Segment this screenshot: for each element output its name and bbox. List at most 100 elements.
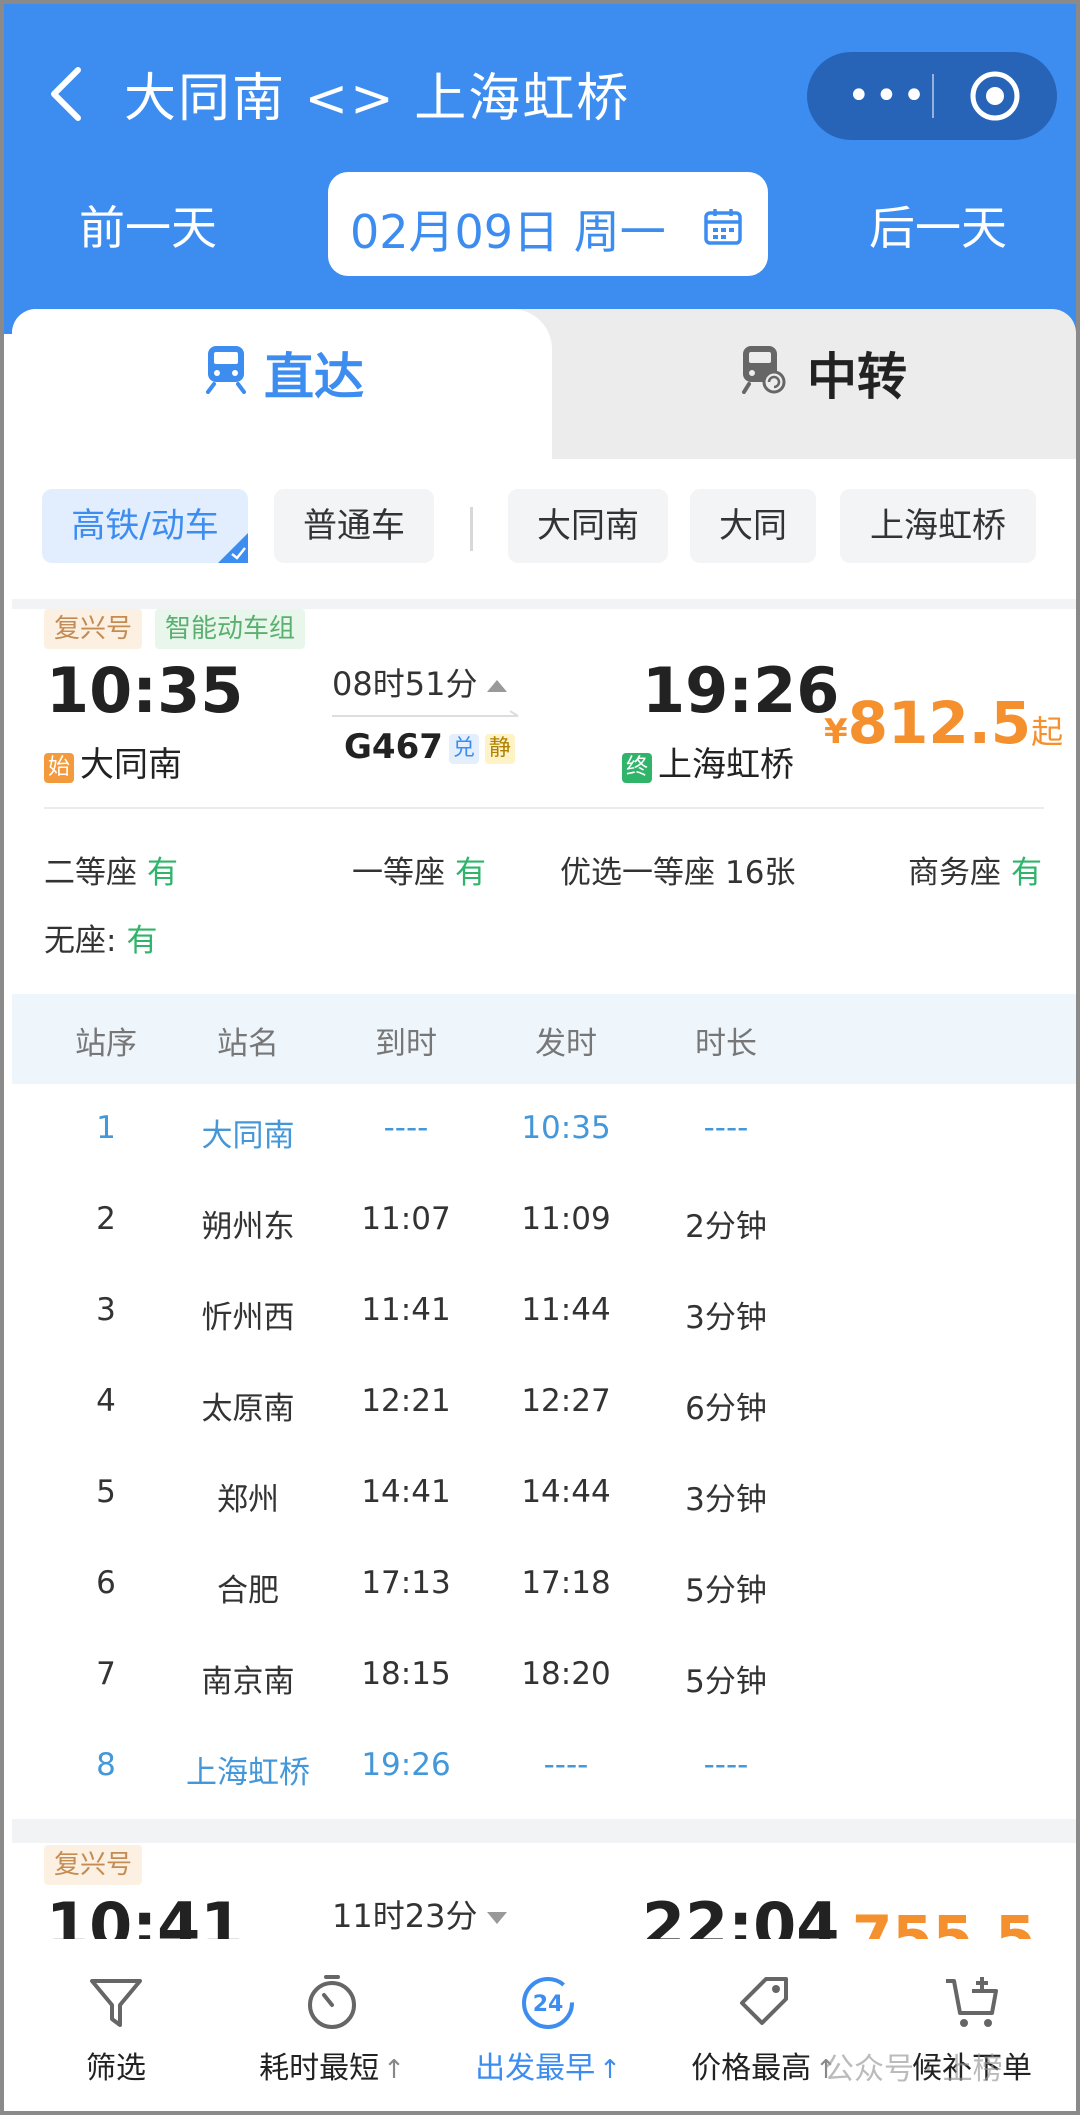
- sort-price-button[interactable]: 价格最高 ↑: [656, 1939, 872, 2111]
- route-title: 大同南 <> 上海虹桥: [124, 69, 631, 129]
- train-number: G467 兑静: [344, 727, 515, 767]
- table-row: 4 太原南 12:21 12:27 6分钟: [12, 1357, 1076, 1447]
- header-station: 站名: [217, 1026, 279, 1062]
- stop-station: 太原南: [201, 1391, 295, 1427]
- departure-station-name: 大同南: [80, 745, 182, 785]
- section-gap: [12, 599, 1076, 609]
- close-target-icon[interactable]: [967, 68, 1023, 124]
- header-depart: 发时: [535, 1026, 597, 1062]
- stop-stay: 5分钟: [685, 1573, 767, 1609]
- price: ¥812.5起: [824, 689, 1063, 757]
- tab-direct[interactable]: 直达: [12, 309, 552, 459]
- filter-button[interactable]: 筛选: [8, 1939, 224, 2111]
- train-number-text: G467: [344, 727, 443, 767]
- sort-shortest-button[interactable]: 耗时最短 ↑: [224, 1939, 440, 2111]
- stop-stay: ----: [703, 1110, 749, 1146]
- stop-depart: 10:35: [521, 1110, 611, 1146]
- stop-stay: 2分钟: [685, 1209, 767, 1245]
- bottom-label-text: 价格最高: [691, 2051, 812, 2086]
- date-picker[interactable]: 02月09日 周一: [328, 172, 768, 276]
- section-gap: [12, 1819, 1076, 1843]
- train-card[interactable]: 复兴号 智能动车组 10:35 08时51分 G467 兑静 19:26 始大同南…: [12, 609, 1076, 1819]
- stops-table-header: 站序 站名 到时 发时 时长: [12, 994, 1076, 1084]
- transfer-train-icon: [742, 346, 786, 394]
- sort-arrow-icon: ↑: [599, 2055, 621, 2085]
- stop-station: 郑州: [217, 1482, 279, 1518]
- stop-station: 上海虹桥: [186, 1755, 310, 1791]
- filter-chip-label: 高铁/动车: [71, 506, 219, 546]
- seat-name: 无座:: [44, 923, 117, 959]
- arrival-station: 终上海虹桥: [622, 737, 794, 786]
- header: 大同南 <> 上海虹桥 ••• 前一天 02月09日 周一 后一天: [4, 4, 1076, 334]
- table-row: 2 朔州东 11:07 11:09 2分钟: [12, 1175, 1076, 1265]
- stop-stay: ----: [703, 1747, 749, 1783]
- filter-chip-highspeed[interactable]: 高铁/动车: [42, 489, 248, 563]
- tab-transfer-label: 中转: [807, 348, 907, 406]
- seat-name: 一等座: [352, 855, 445, 891]
- filter-divider: [470, 507, 473, 551]
- arrival-time: 19:26: [642, 654, 840, 727]
- badge-fuxing: 复兴号: [44, 609, 143, 649]
- bottom-sort-bar: 筛选 耗时最短 ↑ 24 出发最早 ↑ 价格最高 ↑ 候补下单: [4, 1939, 1076, 2111]
- filter-chips: 高铁/动车 普通车 大同南 大同 上海虹桥: [12, 459, 1076, 599]
- seat-availability: 16张: [725, 855, 796, 891]
- waitlist-order-button[interactable]: 候补下单: [864, 1939, 1076, 2111]
- calendar-icon: [704, 209, 742, 245]
- seat-name: 二等座: [44, 855, 137, 891]
- sort-earliest-button[interactable]: 24 出发最早 ↑: [440, 1939, 656, 2111]
- tag-quiet: 静: [484, 733, 515, 764]
- stop-arrive: 11:07: [361, 1201, 451, 1237]
- stop-station: 南京南: [201, 1664, 295, 1700]
- tab-direct-label: 直达: [264, 348, 364, 406]
- route-type-tabs: 直达 中转: [12, 309, 1076, 459]
- seat-no-seat: 无座: 有: [44, 915, 157, 960]
- stop-arrive: 12:21: [361, 1383, 451, 1419]
- filter-chip-station[interactable]: 上海虹桥: [840, 489, 1036, 563]
- stop-depart: 18:20: [521, 1656, 611, 1692]
- header-arrive: 到时: [375, 1026, 437, 1062]
- departure-station: 始大同南: [44, 737, 182, 786]
- stop-arrive: 19:26: [361, 1747, 451, 1783]
- more-icon[interactable]: •••: [847, 68, 926, 124]
- stop-station: 忻州西: [201, 1300, 295, 1336]
- filter-label: 筛选: [8, 2043, 224, 2087]
- stop-arrive: ----: [383, 1110, 429, 1146]
- badge-fuxing: 复兴号: [44, 1845, 143, 1885]
- table-row: 7 南京南 18:15 18:20 5分钟: [12, 1630, 1076, 1720]
- price-tag-icon: [740, 1977, 788, 2025]
- filter-chip-station[interactable]: 大同南: [508, 489, 668, 563]
- stop-arrive: 11:41: [361, 1292, 451, 1328]
- trip-duration[interactable]: 08时51分: [332, 659, 508, 705]
- stop-depart: 11:09: [521, 1201, 611, 1237]
- end-marker: 终: [622, 753, 652, 783]
- prev-day-button[interactable]: 前一天: [79, 192, 217, 258]
- back-arrow-icon[interactable]: [42, 64, 90, 124]
- price-suffix: 起: [1031, 713, 1064, 751]
- filter-chip-normal[interactable]: 普通车: [274, 489, 434, 563]
- next-day-button[interactable]: 后一天: [869, 192, 1007, 258]
- mini-program-capsule: •••: [807, 52, 1057, 140]
- price-value: 812.5: [847, 689, 1032, 757]
- stop-station: 合肥: [217, 1573, 279, 1609]
- stop-stay: 5分钟: [685, 1664, 767, 1700]
- filter-icon: [90, 1979, 142, 2027]
- stop-station: 朔州东: [201, 1209, 295, 1245]
- trip-duration[interactable]: 11时23分: [332, 1891, 508, 1937]
- table-row: 1 大同南 ---- 10:35 ----: [12, 1084, 1076, 1174]
- badge-smart-emu: 智能动车组: [155, 609, 306, 649]
- tag-redeem: 兑: [448, 733, 479, 764]
- header-stay: 时长: [695, 1026, 757, 1062]
- stop-stay: 3分钟: [685, 1482, 767, 1518]
- stop-depart: 17:18: [521, 1565, 611, 1601]
- duration-text: 11时23分: [332, 1897, 478, 1935]
- seat-name: 商务座: [908, 855, 1001, 891]
- stop-depart: 14:44: [521, 1474, 611, 1510]
- bottom-label-text: 耗时最短: [259, 2051, 380, 2086]
- filter-chip-station[interactable]: 大同: [690, 489, 816, 563]
- duration-arrow-line: [332, 710, 519, 717]
- seat-second-class: 二等座有: [44, 847, 178, 892]
- seat-availability: 有: [126, 923, 158, 959]
- expand-down-icon: [487, 1912, 508, 1924]
- capsule-divider: [932, 74, 934, 118]
- stop-arrive: 14:41: [361, 1474, 451, 1510]
